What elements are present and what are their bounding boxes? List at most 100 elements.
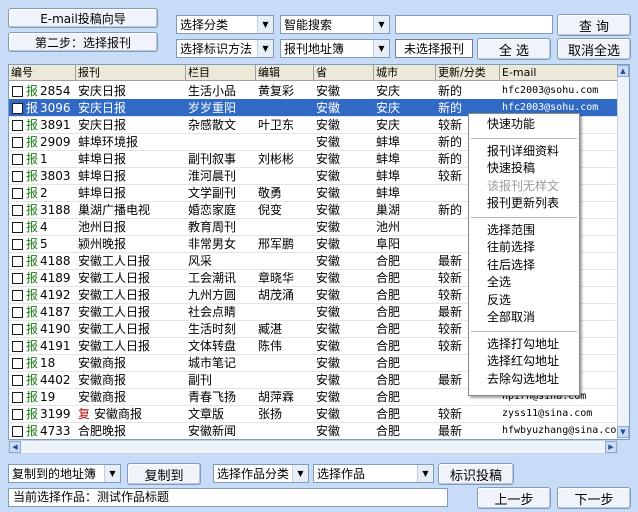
chevron-down-icon[interactable]: ▼ [257,16,273,33]
row-checkbox[interactable] [12,426,23,437]
menu-item[interactable]: 选择红勾地址 [469,353,579,370]
header-province[interactable]: 省 [314,65,374,81]
cell-id: 3803 [40,169,71,183]
menu-item[interactable]: 反选 [469,292,579,309]
cell-paper: 池州日报 [78,220,127,234]
row-mark: 报 [26,203,38,217]
row-mark: 报 [26,135,38,149]
row-checkbox[interactable] [12,273,23,284]
row-checkbox[interactable] [12,86,23,97]
header-paper[interactable]: 报刊 [76,65,186,81]
cell-province: 安徽 [316,373,341,387]
chevron-down-icon[interactable]: ▼ [104,465,120,482]
cell-province: 安徽 [316,271,341,285]
menu-item[interactable]: 报刊更新列表 [469,195,579,212]
row-checkbox[interactable] [12,103,23,114]
row-checkbox[interactable] [12,154,23,165]
prev-step-button[interactable]: 上一步 [477,487,551,509]
vertical-scrollbar[interactable]: ▲ ▼ [617,65,629,439]
scroll-left-icon[interactable]: ◀ [9,441,21,453]
menu-item[interactable]: 报刊详细资料 [469,143,579,160]
row-checkbox[interactable] [12,239,23,250]
row-checkbox[interactable] [12,171,23,182]
select-all-button[interactable]: 全 选 [477,38,551,60]
row-checkbox[interactable] [12,341,23,352]
menu-item[interactable]: 全选 [469,274,579,291]
cell-column: 淮河晨刊 [188,169,237,183]
scroll-down-icon[interactable]: ▼ [617,426,629,438]
menu-item[interactable]: 选择打勾地址 [469,336,579,353]
cell-editor: 陈伟 [258,339,283,353]
next-step-button[interactable]: 下一步 [557,487,631,509]
header-column[interactable]: 栏目 [186,65,256,81]
cell-province: 安徽 [316,152,341,166]
scroll-up-icon[interactable]: ▲ [617,65,629,77]
mark-submit-button[interactable]: 标识投稿 [438,463,514,485]
chevron-down-icon[interactable]: ▼ [292,465,308,482]
cell-id: 3096 [40,101,71,115]
cell-city: 合肥 [376,254,401,268]
row-checkbox[interactable] [12,307,23,318]
chevron-down-icon[interactable]: ▼ [373,40,389,57]
copy-to-button[interactable]: 复制到 [127,463,201,485]
cell-province: 安徽 [316,237,341,251]
cell-id: 19 [40,390,56,404]
row-checkbox[interactable] [12,324,23,335]
menu-item[interactable]: 快速功能 [469,116,579,133]
chevron-down-icon[interactable]: ▼ [373,16,389,33]
work-combo[interactable]: 选择作品 ▼ [313,464,434,483]
cell-editor: 倪变 [258,203,283,217]
cell-editor [256,422,314,439]
header-city[interactable]: 城市 [374,65,436,81]
cell-province: 安徽 [316,135,341,149]
header-update[interactable]: 更新/分类 [436,65,500,81]
category-combo[interactable]: 选择分类 ▼ [176,15,274,34]
table-row[interactable]: 报 2854 安庆日报 生活小品 黄复彩 安徽 安庆 新的 hfc2003@sohu.com [9,82,619,100]
chevron-down-icon[interactable]: ▼ [417,465,433,482]
cell-id: 3891 [40,118,71,132]
row-checkbox[interactable] [12,137,23,148]
cancel-all-button[interactable]: 取消全选 [557,38,631,60]
cell-editor: 臧湛 [258,322,283,336]
header-email[interactable]: E-mail [500,65,619,81]
row-checkbox[interactable] [12,188,23,199]
cell-id: 5 [40,237,48,251]
cell-editor: 胡茂涌 [258,288,295,302]
row-checkbox[interactable] [12,409,23,420]
row-checkbox[interactable] [12,205,23,216]
horizontal-scrollbar[interactable]: ◀ ▶ [8,440,618,454]
row-checkbox[interactable] [12,375,23,386]
addressbook-combo[interactable]: 报刊地址簿 ▼ [280,39,390,58]
table-row[interactable]: 报 4733 合肥晚报 安徽新闻 安徽 合肥 最新 hfwbyuzhang@sina.co [9,422,619,439]
menu-item[interactable]: 往前选择 [469,239,579,256]
work-combo-value: 选择作品 [317,467,366,481]
cell-column: 副刊叙事 [188,152,237,166]
row-checkbox[interactable] [12,358,23,369]
cell-editor: 黄复彩 [258,84,295,98]
mark-method-combo[interactable]: 选择标识方法 ▼ [176,39,274,58]
header-id[interactable]: 编号 [9,65,76,81]
search-button[interactable]: 查 询 [557,14,631,36]
menu-item[interactable]: 全部取消 [469,309,579,326]
cell-city: 合肥 [376,322,401,336]
row-checkbox[interactable] [12,120,23,131]
row-checkbox[interactable] [12,290,23,301]
header-editor[interactable]: 编辑 [256,65,314,81]
table-row[interactable]: 报 3199 复安徽商报 文章版 张扬 安徽 合肥 较新 zyss11@sina.com [9,405,619,423]
work-category-combo[interactable]: 选择作品分类 ▼ [213,464,309,483]
addressbook-combo-value: 报刊地址簿 [284,42,345,56]
row-checkbox[interactable] [12,256,23,267]
row-checkbox[interactable] [12,222,23,233]
menu-item[interactable]: 去除勾选地址 [469,371,579,388]
menu-item[interactable]: 快速投稿 [469,160,579,177]
row-checkbox[interactable] [12,392,23,403]
search-mode-combo[interactable]: 智能搜索 ▼ [280,15,390,34]
scroll-right-icon[interactable]: ▶ [605,441,617,453]
cell-editor [256,167,314,185]
menu-item[interactable]: 往后选择 [469,257,579,274]
copy-target-combo[interactable]: 复制到的地址簿 ▼ [8,464,121,483]
chevron-down-icon[interactable]: ▼ [257,40,273,57]
cell-id: 2909 [40,135,71,149]
search-input[interactable] [395,15,553,34]
menu-item[interactable]: 选择范围 [469,222,579,239]
